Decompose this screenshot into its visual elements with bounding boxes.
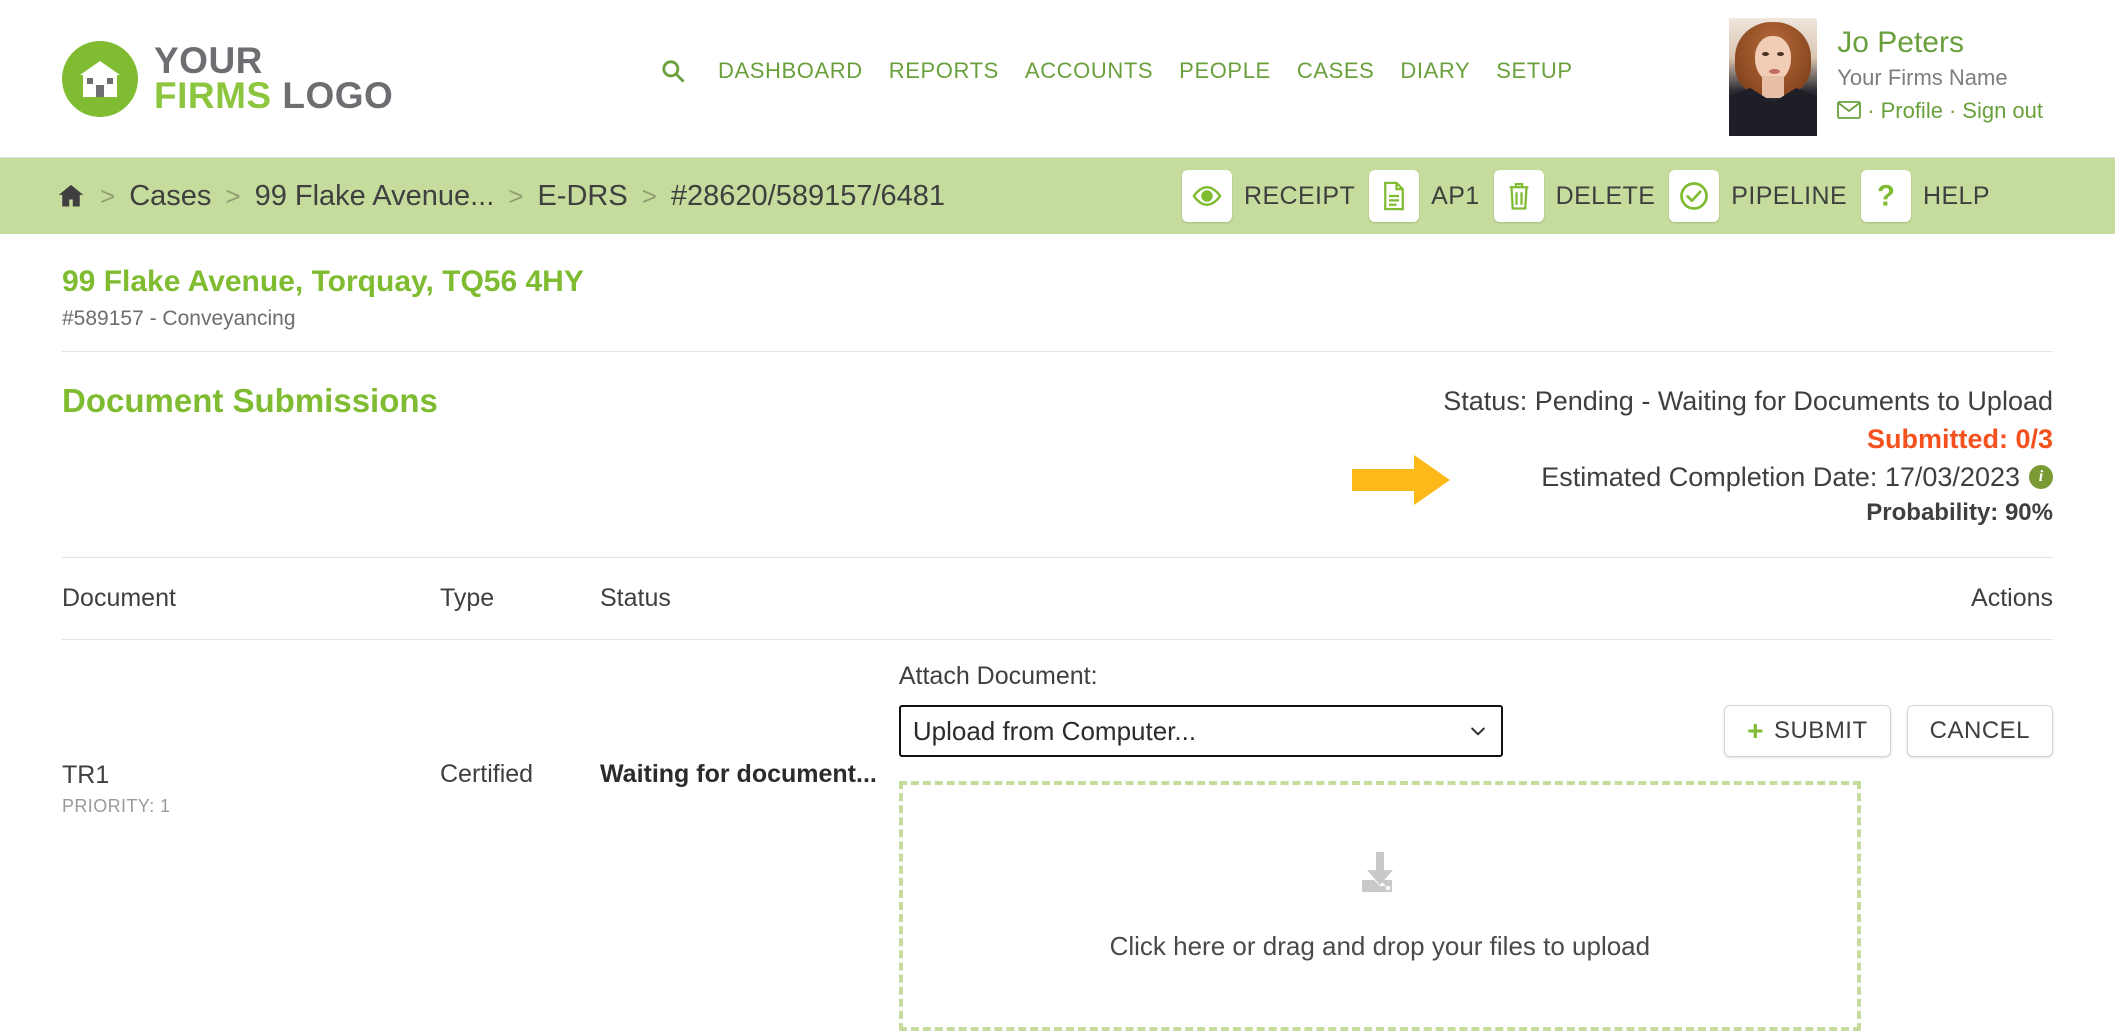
search-icon[interactable] <box>660 58 686 84</box>
delete-button-label: DELETE <box>1555 181 1656 210</box>
page-title: 99 Flake Avenue, Torquay, TQ56 4HY <box>62 265 584 298</box>
sign-out-link[interactable]: Sign out <box>1962 94 2043 127</box>
check-circle-icon <box>1669 170 1720 222</box>
home-icon[interactable] <box>56 182 86 210</box>
attach-document-label: Attach Document: <box>898 661 1098 690</box>
column-header-status: Status <box>600 583 671 612</box>
breadcrumb-separator-3: > <box>508 180 524 211</box>
estimated-completion-row: Estimated Completion Date: 17/03/2023 i <box>1443 458 2053 496</box>
nav-item-cases[interactable]: CASES <box>1297 58 1375 84</box>
house-logo-icon <box>62 40 138 117</box>
user-profile-block: Jo Peters Your Firms Name · Profile · Si… <box>1729 18 2043 136</box>
nav-item-people[interactable]: PEOPLE <box>1179 58 1271 84</box>
case-header: 99 Flake Avenue, Torquay, TQ56 4HY #5891… <box>62 234 2053 352</box>
document-icon <box>1369 170 1420 222</box>
logo-line-1: YOUR <box>154 40 263 82</box>
delete-button[interactable]: DELETE <box>1493 170 1656 222</box>
pipeline-button-label: PIPELINE <box>1731 181 1848 210</box>
attach-document-panel: Attach Document: Upload from Computer...… <box>877 640 2053 1031</box>
link-separator-2: · <box>1948 97 1957 123</box>
question-mark-icon: ? <box>1861 170 1912 222</box>
user-firm-name: Your Firms Name <box>1837 64 2008 90</box>
nav-item-reports[interactable]: REPORTS <box>889 58 999 84</box>
help-button[interactable]: ? HELP <box>1861 170 1990 222</box>
main-content: 99 Flake Avenue, Torquay, TQ56 4HY #5891… <box>0 234 2115 1031</box>
attach-source-select[interactable]: Upload from Computer... <box>898 704 1503 757</box>
dropzone-text: Click here or drag and drop your files t… <box>1109 930 1651 961</box>
profile-link[interactable]: Profile <box>1881 94 1943 127</box>
logo-logo: LOGO <box>282 74 394 116</box>
cell-type: Certified <box>440 759 534 788</box>
submission-status-block: Status: Pending - Waiting for Documents … <box>1443 382 2053 531</box>
submissions-header-row: Document Submissions Status: Pending - W… <box>62 352 2053 558</box>
receipt-button[interactable]: RECEIPT <box>1182 170 1355 222</box>
trash-icon <box>1493 170 1544 222</box>
case-subtitle: #589157 - Conveyancing <box>62 307 296 330</box>
nav-item-diary[interactable]: DIARY <box>1400 58 1470 84</box>
receipt-button-label: RECEIPT <box>1244 181 1356 210</box>
breadcrumb-bar: > Cases > 99 Flake Avenue... > E-DRS > #… <box>0 158 2115 234</box>
help-button-label: HELP <box>1923 181 1990 210</box>
nav-item-setup[interactable]: SETUP <box>1496 58 1572 84</box>
status-text: Status: Pending - Waiting for Documents … <box>1443 385 2053 416</box>
cancel-button-label: CANCEL <box>1929 716 2030 744</box>
eye-icon <box>1182 170 1232 222</box>
svg-text:?: ? <box>1877 180 1895 212</box>
info-icon[interactable]: i <box>2029 465 2053 490</box>
top-header: YOUR FIRMS LOGO DASHBOARD REPORTS ACCOUN… <box>0 0 2115 158</box>
nav-item-accounts[interactable]: ACCOUNTS <box>1025 58 1153 84</box>
breadcrumb-item-edrs[interactable]: E-DRS <box>537 180 627 213</box>
main-navigation: DASHBOARD REPORTS ACCOUNTS PEOPLE CASES … <box>660 58 1573 84</box>
brand-logo[interactable]: YOUR FIRMS LOGO <box>62 40 393 117</box>
ap1-button-label: AP1 <box>1431 181 1480 210</box>
attach-source-select-wrap: Upload from Computer... <box>898 704 1503 757</box>
breadcrumb-separator-1: > <box>100 180 116 211</box>
breadcrumb-item-address[interactable]: 99 Flake Avenue... <box>255 180 495 213</box>
download-tray-icon <box>1354 850 1406 905</box>
estimated-completion-date: Estimated Completion Date: 17/03/2023 <box>1541 462 2020 493</box>
link-separator-1: · <box>1867 97 1875 123</box>
breadcrumb-item-cases[interactable]: Cases <box>129 180 211 213</box>
submit-button-label: SUBMIT <box>1773 716 1868 744</box>
file-dropzone[interactable]: Click here or drag and drop your files t… <box>898 780 1861 1031</box>
ap1-button[interactable]: AP1 <box>1369 170 1479 222</box>
document-name: TR1 <box>62 760 110 789</box>
column-header-actions: Actions <box>1971 583 2053 612</box>
nav-item-dashboard[interactable]: DASHBOARD <box>718 58 863 84</box>
user-name[interactable]: Jo Peters <box>1837 26 2043 61</box>
section-title: Document Submissions <box>62 381 438 419</box>
avatar <box>1729 18 1818 136</box>
breadcrumb: > Cases > 99 Flake Avenue... > E-DRS > #… <box>56 180 945 213</box>
attach-action-buttons: + SUBMIT CANCEL <box>1724 704 2053 757</box>
logo-firms: FIRMS <box>154 74 272 116</box>
plus-icon: + <box>1747 714 1764 746</box>
probability-text: Probability: 90% <box>1866 499 2053 527</box>
breadcrumb-item-reference[interactable]: #28620/589157/6481 <box>671 180 945 213</box>
breadcrumb-separator-4: > <box>641 180 657 211</box>
column-header-document: Document <box>62 583 176 612</box>
table-row: TR1 PRIORITY: 1 Certified Waiting for do… <box>62 640 2053 1031</box>
logo-text: YOUR FIRMS LOGO <box>154 40 393 113</box>
breadcrumb-separator-2: > <box>225 180 241 211</box>
breadcrumb-actions: RECEIPT AP1 DELETE PIPELINE ? HELP <box>1182 170 2004 222</box>
user-links: · Profile · Sign out <box>1837 94 2043 127</box>
cancel-button[interactable]: CANCEL <box>1906 704 2053 757</box>
table-header: Document Type Status Actions <box>62 558 2053 640</box>
column-header-type: Type <box>440 583 495 612</box>
submit-button[interactable]: + SUBMIT <box>1724 704 1891 757</box>
envelope-icon[interactable] <box>1837 101 1862 119</box>
document-priority: PRIORITY: 1 <box>62 795 171 816</box>
submitted-count: Submitted: 0/3 <box>1866 423 2053 454</box>
cell-status: Waiting for document... <box>600 759 877 788</box>
cell-document: TR1 PRIORITY: 1 <box>62 760 440 1031</box>
pipeline-button[interactable]: PIPELINE <box>1669 170 1847 222</box>
